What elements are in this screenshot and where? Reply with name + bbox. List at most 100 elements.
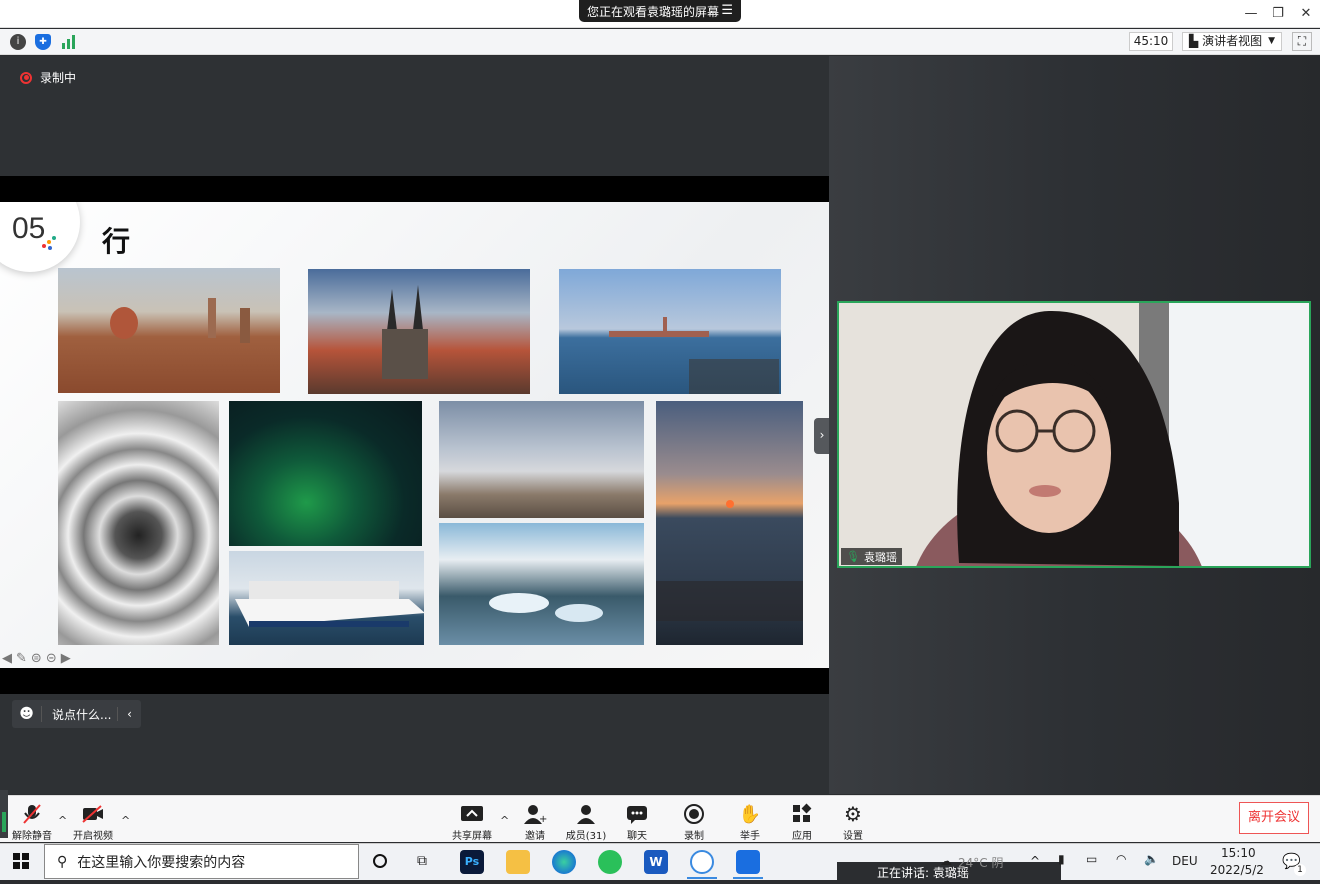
aurora-photo [229, 401, 422, 546]
apps-label: 应用 [792, 831, 812, 842]
view-mode-dropdown[interactable]: ▙ 演讲者视图 ▼ [1182, 32, 1282, 51]
video-options-chevron-icon[interactable]: ^ [121, 814, 130, 827]
chat-button[interactable]: 聊天 [611, 803, 663, 842]
start-video-button[interactable]: 开启视频 [67, 803, 119, 842]
active-app-indicator [687, 877, 717, 879]
input-language[interactable]: DEU [1172, 854, 1198, 868]
signal-icon[interactable] [61, 35, 77, 49]
weather-icon: ☁ [940, 854, 952, 868]
venice-photo [559, 269, 781, 394]
raise-hand-button[interactable]: ✋ 举手 [724, 803, 776, 843]
tray-expand-icon[interactable]: ^ [1030, 854, 1040, 868]
photoshop-icon[interactable]: Ps [460, 850, 484, 874]
spiral-staircase-photo [58, 401, 219, 645]
share-screen-label: 共享屏幕 [452, 831, 492, 842]
edge-browser-icon[interactable] [552, 850, 576, 874]
leave-meeting-button[interactable]: 离开会议 [1239, 802, 1309, 834]
record-label: 录制 [684, 831, 704, 842]
beach-clouds-photo [439, 401, 644, 518]
word-icon[interactable]: W [644, 850, 668, 874]
cortana-icon[interactable] [373, 854, 387, 868]
prev-slide-icon[interactable]: ◀ [2, 651, 12, 666]
participant-name: 袁璐瑶 [863, 550, 897, 564]
record-dot-icon [20, 71, 32, 84]
info-icon[interactable]: i [10, 34, 26, 50]
taskbar-search-input[interactable]: ⚲ 在这里输入你要搜索的内容 [44, 844, 359, 879]
emoji-icon[interactable]: ☻ [12, 706, 42, 722]
share-notice-pill[interactable]: 您正在观看袁璐瑶的屏幕 ☰ [579, 0, 741, 22]
slide-title: 行 [102, 225, 131, 258]
search-icon: ⚲ [57, 853, 68, 870]
members-button[interactable]: 成员(31) [560, 803, 612, 842]
restore-icon[interactable]: ❐ [1268, 5, 1288, 23]
file-explorer-icon[interactable] [506, 850, 530, 874]
pen-icon[interactable]: ✎ [16, 651, 27, 666]
slide-toolbar: ◀ ✎ ⊜ ⊝ ▶ [2, 651, 71, 666]
add-user-icon: + [509, 803, 561, 825]
recording-label: 录制中 [40, 71, 77, 85]
start-video-label: 开启视频 [73, 831, 113, 842]
baidu-netdisk-icon[interactable] [690, 850, 714, 874]
menu-icon[interactable]: ☰ [721, 3, 733, 18]
meeting-timer: 45:10 [1129, 32, 1173, 51]
layout-icon: ▙ [1189, 34, 1199, 48]
windows-start-icon[interactable] [13, 853, 29, 869]
usb-icon[interactable]: ▮ [1058, 852, 1065, 866]
more-icon[interactable]: ⊝ [46, 651, 57, 666]
view-mode-label: 演讲者视图 [1202, 34, 1263, 48]
pointer-icon[interactable]: ⊜ [31, 651, 42, 666]
audio-options-chevron-icon[interactable]: ^ [58, 814, 67, 827]
fullscreen-icon[interactable]: ⛶ [1292, 32, 1312, 51]
battery-icon[interactable]: ▭ [1086, 852, 1097, 866]
chat-placeholder: 说点什么... [52, 707, 112, 722]
record-icon [668, 803, 720, 825]
gear-icon: ⚙ [844, 802, 862, 826]
volume-icon[interactable]: 🔈 [1144, 852, 1159, 866]
sunset-sea-photo [656, 401, 803, 645]
cruise-ship-photo [229, 551, 424, 645]
close-icon[interactable]: ✕ [1296, 5, 1316, 23]
settings-button[interactable]: ⚙ 设置 [827, 802, 879, 842]
chat-icon [611, 803, 663, 825]
notification-count: 1 [1294, 864, 1306, 876]
microphone-muted-icon [6, 803, 58, 825]
security-shield-icon[interactable]: ✚ [35, 34, 51, 50]
share-notice-text: 您正在观看袁璐瑶的屏幕 [587, 4, 720, 19]
clock-time[interactable]: 15:10 [1221, 846, 1256, 860]
invite-button[interactable]: + 邀请 [509, 803, 561, 842]
next-slide-icon[interactable]: ▶ [61, 651, 71, 666]
letterbox-bottom [0, 668, 829, 694]
presentation-slide: 05 行 [0, 202, 829, 668]
chevron-down-icon: ▼ [1268, 36, 1275, 46]
search-placeholder: 在这里输入你要搜索的内容 [77, 854, 246, 871]
meeting-info-bar [0, 29, 1320, 55]
recording-indicator: 录制中 [20, 69, 76, 86]
participant-video-tile[interactable] [837, 301, 1311, 568]
members-icon [560, 803, 612, 825]
wifi-icon[interactable]: ◠ [1116, 852, 1126, 866]
chevron-left-icon[interactable]: ‹ [117, 707, 141, 721]
participant-video [839, 303, 1309, 566]
invite-label: 邀请 [525, 831, 545, 842]
share-screen-button[interactable]: 共享屏幕 [446, 803, 498, 842]
record-button[interactable]: 录制 [668, 803, 720, 842]
tencent-meeting-icon[interactable] [736, 850, 760, 874]
apps-button[interactable]: 应用 [776, 803, 828, 842]
florence-photo [58, 268, 280, 393]
letterbox-top [0, 176, 829, 202]
unmute-label: 解除静音 [12, 831, 52, 842]
clock-date[interactable]: 2022/5/2 [1210, 863, 1264, 877]
prague-photo [308, 269, 530, 394]
task-view-icon[interactable]: ⧉ [417, 853, 427, 869]
collapse-panel-button[interactable]: › [814, 418, 830, 454]
raise-hand-label: 举手 [740, 831, 760, 842]
share-options-chevron-icon[interactable]: ^ [500, 814, 509, 827]
unmute-button[interactable]: 解除静音 [6, 803, 58, 842]
apps-icon [776, 803, 828, 825]
participant-name-tag: 🎙 袁璐瑶 [841, 548, 902, 565]
chat-input[interactable]: ☻ 说点什么... ‹ [12, 700, 141, 728]
wechat-icon[interactable] [598, 850, 622, 874]
minimize-icon[interactable]: — [1241, 5, 1261, 23]
weather-text[interactable]: 24°C 阴 [958, 854, 1003, 871]
hand-icon: ✋ [738, 803, 762, 825]
